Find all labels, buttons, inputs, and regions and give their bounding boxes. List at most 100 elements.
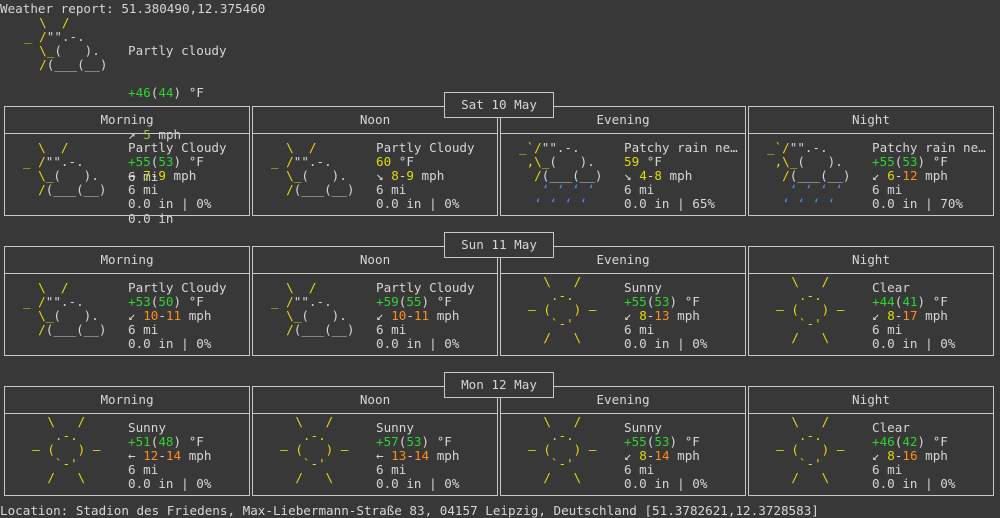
period-details: Partly Cloudy 60 °F ↘ 8-9 mph 6 mi 0.0 in | …: [376, 141, 475, 211]
temperature: +55(53) °F: [624, 294, 700, 309]
precipitation: 0.0 in | 0%: [872, 476, 956, 491]
current-temp-unit: °F: [181, 85, 204, 100]
wind-arrow-icon: ↙: [872, 308, 880, 323]
temp-unit: °F: [181, 154, 204, 169]
sun-icon: \ / .-. ― ( ) ― `-' / \: [513, 274, 597, 345]
visibility: 6 mi: [624, 182, 655, 197]
rain-cloud-icon: _`/"".-. ,\_( ). /(___(__) ‘ ‘ ‘ ‘ ‘ ‘ ‘…: [767, 140, 851, 211]
period-details: Partly Cloudy +55(53) °F → 7-9 mph 6 mi 0.0 …: [128, 141, 227, 211]
temp-unit: °F: [925, 434, 948, 449]
wind-unit: mph: [661, 168, 693, 183]
wind-arrow-icon: ↙: [624, 308, 632, 323]
partly-cloudy-icon: \ / _ /"".-. \_( ). /(___(__): [23, 140, 107, 197]
wind-high: 9: [158, 168, 166, 183]
temp-value: +55: [624, 434, 647, 449]
divider: [253, 133, 497, 134]
temp-value: +55: [128, 154, 151, 169]
wind-high: 8: [654, 168, 662, 183]
wind-arrow-icon: ↙: [624, 448, 632, 463]
condition-text: Partly Cloudy: [128, 140, 227, 155]
wind-unit: mph: [181, 308, 212, 323]
period-details: Sunny +55(53) °F ↙ 8-14 mph 6 mi 0.0 in | 0%: [624, 421, 707, 491]
temp-value: +55: [624, 294, 647, 309]
wind-unit: mph: [669, 308, 700, 323]
wind-low: 8: [391, 168, 399, 183]
period-panel-evening: Evening \ / .-. ― ( ) ― `-' / \ Sunny +55(…: [500, 246, 746, 356]
period-name: Night: [852, 112, 890, 127]
wind-low: 12: [143, 448, 159, 463]
temp-value: +53: [128, 294, 151, 309]
wind: ↙ 8-13 mph: [624, 308, 700, 323]
precipitation: 0.0 in | 0%: [128, 196, 212, 211]
visibility: 6 mi: [128, 322, 159, 337]
wind-arrow-icon: →: [128, 168, 136, 183]
date-label: Sun 11 May: [444, 232, 554, 258]
wind-unit: mph: [165, 168, 197, 183]
sun-icon: \ / .-. ― ( ) ― `-' / \: [513, 414, 597, 485]
wind-low: 10: [143, 308, 159, 323]
forecast-day-2: Morning \ / _ /"".-. \_( ). /(___(__) Par…: [4, 232, 996, 358]
period-panel-noon: Noon \ / _ /"".-. \_( ). /(___(__) Partly…: [252, 246, 498, 356]
temp-feel: 41: [902, 294, 918, 309]
precipitation: 0.0 in | 70%: [872, 196, 963, 211]
temperature: +59(55) °F: [376, 294, 452, 309]
divider: [253, 273, 497, 274]
wind: ↙ 8-16 mph: [872, 448, 948, 463]
period-details: Sunny +55(53) °F ↙ 8-13 mph 6 mi 0.0 in | 0%: [624, 281, 707, 351]
condition-text: Clear: [872, 280, 910, 295]
visibility: 6 mi: [376, 322, 407, 337]
precipitation: 0.0 in | 0%: [128, 476, 212, 491]
period-panel-morning: Morning \ / _ /"".-. \_( ). /(___(__) Par…: [4, 106, 250, 216]
wind-high: 12: [902, 168, 918, 183]
wind: ← 12-14 mph: [128, 448, 212, 463]
temp-value: +57: [376, 434, 399, 449]
wind-arrow-icon: ↙: [376, 308, 384, 323]
wind: → 7-9 mph: [128, 168, 197, 183]
sun-icon: \ / .-. ― ( ) ― `-' / \: [265, 414, 349, 485]
wind: ↙ 8-17 mph: [872, 308, 948, 323]
precipitation: 0.0 in | 0%: [624, 336, 708, 351]
temp-value: +51: [128, 434, 151, 449]
temp-feel: 48: [158, 434, 174, 449]
visibility: 6 mi: [624, 322, 655, 337]
wind-arrow-icon: ←: [128, 448, 136, 463]
period-panel-noon: Noon \ / _ /"".-. \_( ). /(___(__) Partly…: [252, 106, 498, 216]
temp-value: +44: [872, 294, 895, 309]
condition-text: Partly Cloudy: [376, 280, 475, 295]
partly-cloudy-icon: \ / _ /"".-. \_( ). /(___(__): [271, 280, 355, 337]
date-label: Sat 10 May: [444, 92, 554, 118]
period-panel-night: Night \ / .-. ― ( ) ― `-' / \ Clear +46(42…: [748, 386, 994, 496]
period-details: Patchy rain ne… +55(53) °F ↙ 6-12 mph 6 mi 0…: [872, 141, 986, 211]
temp-feel: 53: [902, 154, 918, 169]
temp-unit: °F: [181, 434, 204, 449]
visibility: 6 mi: [128, 182, 159, 197]
wind-high: 13: [654, 308, 670, 323]
precipitation: 0.0 in | 0%: [872, 336, 956, 351]
current-temperature: +46(44) °F: [128, 85, 204, 100]
period-details: Partly Cloudy +59(55) °F ↙ 10-11 mph 6 mi 0.…: [376, 281, 475, 351]
wind-arrow-icon: ↘: [624, 168, 632, 183]
wind-unit: mph: [917, 308, 948, 323]
temperature: +55(53) °F: [624, 434, 700, 449]
precipitation: 0.0 in | 0%: [376, 196, 460, 211]
temp-unit: °F: [677, 294, 700, 309]
wind-unit: mph: [669, 448, 700, 463]
temp-unit: °F: [391, 154, 414, 169]
current-temp-feel: 44: [158, 85, 174, 100]
wind-low: 10: [391, 308, 407, 323]
temp-feel: 53: [406, 434, 422, 449]
wind: ↙ 10-11 mph: [128, 308, 212, 323]
rain-cloud-icon: _`/"".-. ,\_( ). /(___(__) ‘ ‘ ‘ ‘ ‘ ‘ ‘…: [519, 140, 603, 211]
period-name: Night: [852, 392, 890, 407]
temp-unit: °F: [925, 154, 948, 169]
temp-feel: 55: [406, 294, 422, 309]
temperature: +51(48) °F: [128, 434, 204, 449]
temp-value: +55: [872, 154, 895, 169]
temp-feel: 53: [158, 154, 174, 169]
wind-arrow-icon: ↘: [376, 168, 384, 183]
forecast-day-3: Morning \ / .-. ― ( ) ― `-' / \ Sunny +51(…: [4, 372, 996, 498]
wind-high: 16: [902, 448, 918, 463]
temp-value: 60: [376, 154, 392, 169]
wind-low: 7: [143, 168, 151, 183]
partly-cloudy-icon: \ / _ /"".-. \_( ). /(___(__): [24, 15, 108, 72]
